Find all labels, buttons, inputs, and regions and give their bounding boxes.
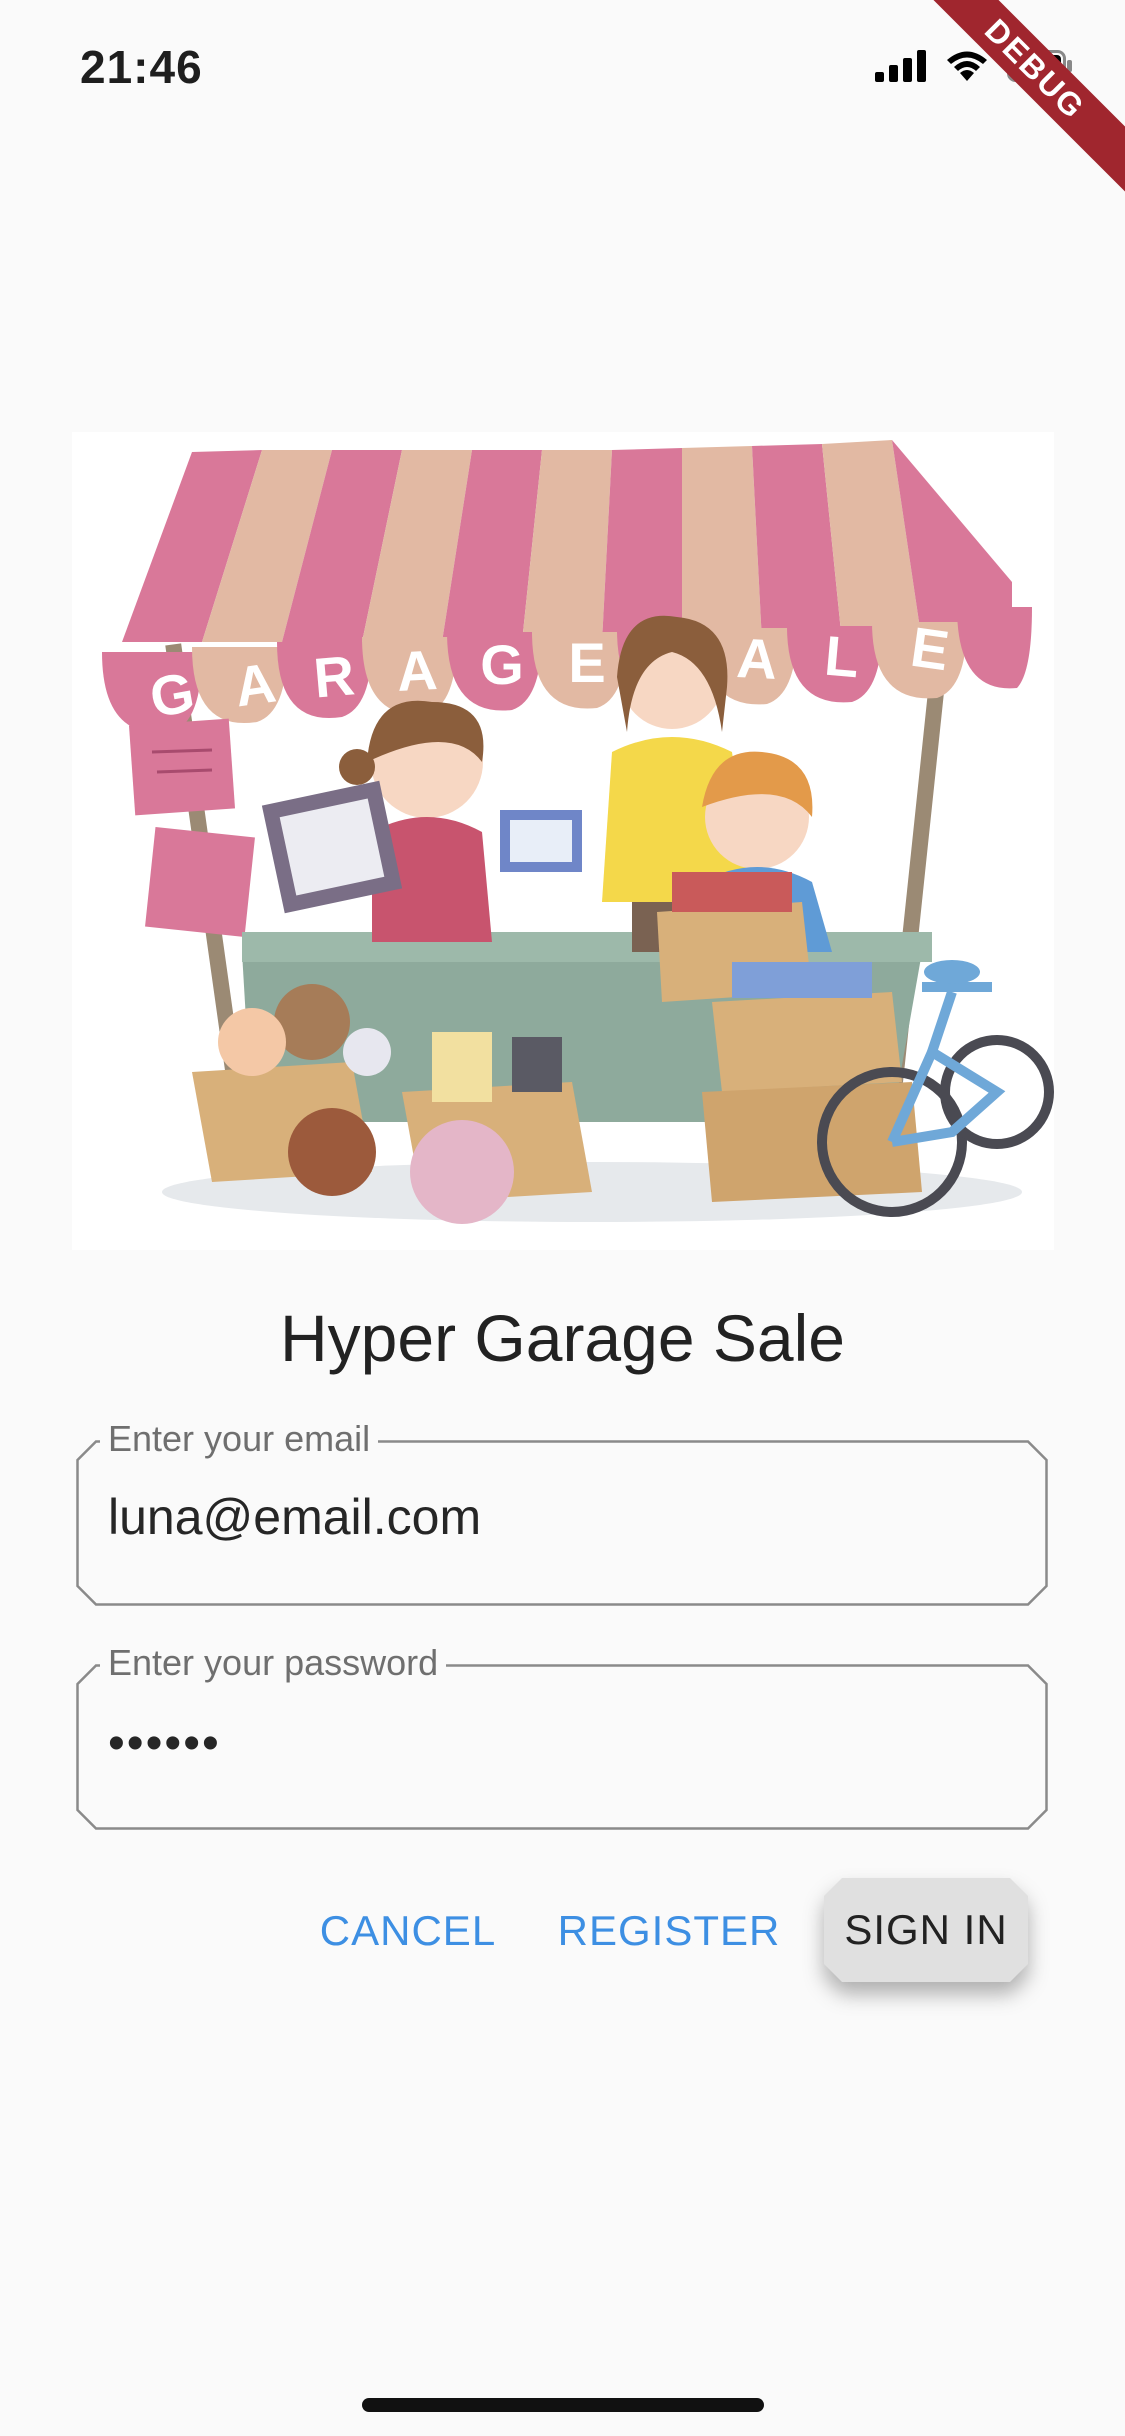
garage-sale-illustration: G A R A G E S A L E <box>72 432 1054 1250</box>
debug-banner-label: DEBUG <box>895 0 1125 213</box>
home-indicator <box>362 2398 764 2412</box>
banner-letter: E <box>568 631 605 694</box>
banner-letter: A <box>735 626 779 691</box>
password-field[interactable]: Enter your password •••••• <box>76 1642 1048 1830</box>
form-actions: CANCEL REGISTER SIGN IN <box>0 1876 1125 1986</box>
email-field-label: Enter your email <box>100 1418 379 1460</box>
sign-in-button[interactable]: SIGN IN <box>824 1878 1028 1982</box>
banner-letter: A <box>395 638 439 703</box>
password-field-outline <box>76 1664 1048 1830</box>
email-field[interactable]: Enter your email luna@email.com <box>76 1418 1048 1606</box>
app-title: Hyper Garage Sale <box>280 1301 845 1375</box>
password-field-label: Enter your password <box>100 1642 447 1684</box>
register-button[interactable]: REGISTER <box>556 1876 782 1986</box>
password-input[interactable]: •••••• <box>108 1716 221 1771</box>
banner-letter: R <box>311 643 357 709</box>
banner-letter: G <box>480 633 524 696</box>
cancel-button[interactable]: CANCEL <box>308 1876 508 1986</box>
sign-in-button-label: SIGN IN <box>844 1906 1008 1953</box>
email-input[interactable]: luna@email.com <box>108 1488 481 1546</box>
status-time: 21:46 <box>80 41 203 93</box>
awning: G A R A G E S A L E <box>102 440 1032 733</box>
banner-letter: L <box>822 624 862 690</box>
debug-banner: DEBUG <box>895 0 1125 230</box>
